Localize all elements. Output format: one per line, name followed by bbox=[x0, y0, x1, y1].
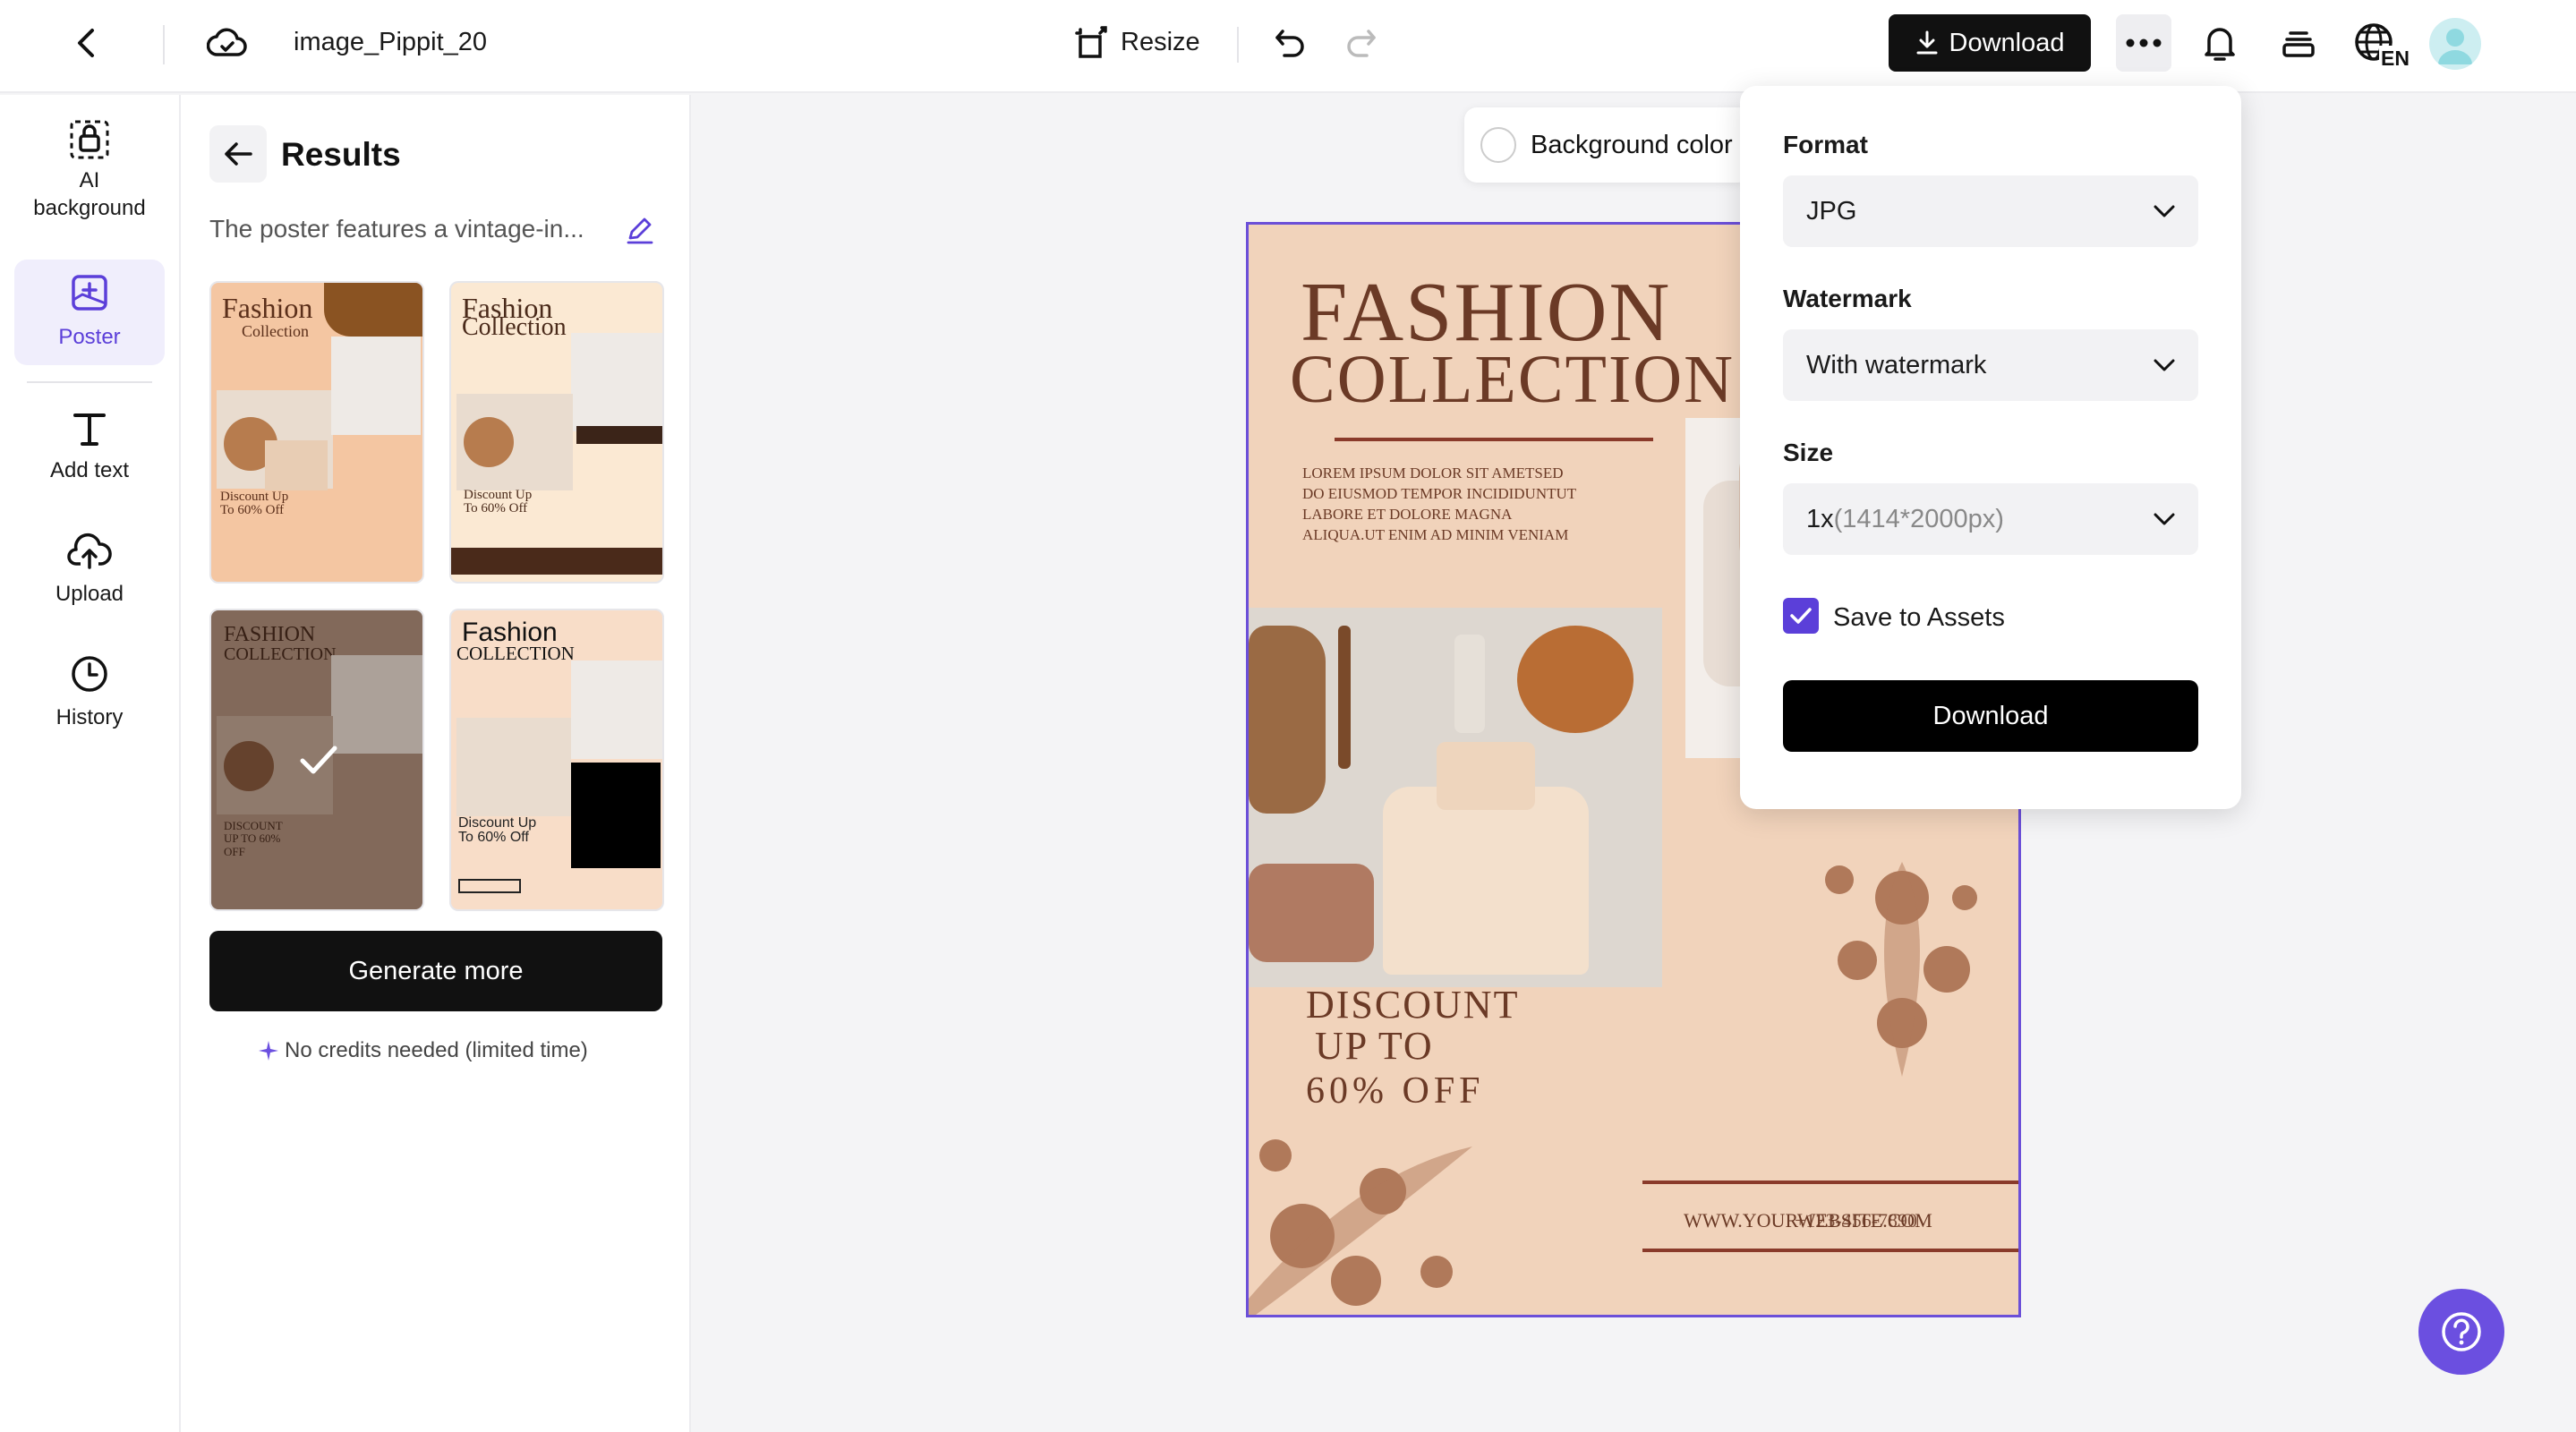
background-color-label: Background color bbox=[1531, 130, 1733, 159]
footer-line-top bbox=[1642, 1181, 2018, 1184]
watermark-label: Watermark bbox=[1783, 285, 1912, 312]
lang-badge: EN bbox=[2381, 47, 2410, 69]
avatar[interactable] bbox=[2429, 18, 2481, 70]
thumb-subtitle: COLLECTION bbox=[456, 643, 575, 664]
background-color-button[interactable]: Background color bbox=[1464, 107, 1751, 183]
thumb-discount: Discount Up To 60% Off bbox=[464, 488, 533, 516]
rail-item-poster[interactable]: Poster bbox=[14, 260, 165, 365]
result-thumbnail-1[interactable]: Fashion Collection Discount Up To 60% Of… bbox=[209, 281, 424, 584]
menu-download-button[interactable]: Download bbox=[1783, 680, 2198, 752]
edit-prompt-icon[interactable] bbox=[625, 215, 655, 245]
poster-title-line2: COLLECTION bbox=[1290, 342, 1736, 417]
resize-icon[interactable] bbox=[1070, 23, 1112, 64]
size-detail: (1414*2000px) bbox=[1833, 504, 2004, 533]
poster-product-photo bbox=[1249, 608, 1662, 987]
selected-check-icon bbox=[300, 746, 337, 774]
upload-icon bbox=[67, 533, 112, 569]
undo-icon[interactable] bbox=[1269, 21, 1312, 64]
format-select[interactable]: JPG bbox=[1783, 175, 2198, 247]
stack-icon[interactable] bbox=[2275, 20, 2322, 66]
poster-body-text: LOREM IPSUM DOLOR SIT AMETSED DO EIUSMOD… bbox=[1302, 465, 1576, 543]
checkmark-icon bbox=[1790, 608, 1812, 624]
result-thumbnail-3[interactable]: FASHION COLLECTION DISCOUNT UP TO 60% OF… bbox=[209, 609, 424, 911]
size-select[interactable]: 1x(1414*2000px) bbox=[1783, 483, 2198, 555]
thumb-discount: Discount Up To 60% Off bbox=[458, 815, 537, 845]
title-underline bbox=[1335, 438, 1653, 441]
result-thumbnail-4[interactable]: Fashion COLLECTION Discount Up To 60% Of… bbox=[449, 609, 664, 911]
help-button[interactable] bbox=[2418, 1289, 2504, 1375]
footer-line-bottom bbox=[1642, 1249, 2018, 1252]
left-tool-rail: AI background Poster Add text Upload His… bbox=[0, 95, 181, 1432]
credits-note-text: No credits needed (limited time) bbox=[285, 1038, 588, 1062]
results-back-button[interactable] bbox=[209, 125, 267, 183]
rail-item-upload[interactable]: Upload bbox=[14, 532, 165, 621]
floral-ornament-icon bbox=[1825, 862, 1977, 1077]
thumb-title: Fashion bbox=[222, 292, 313, 324]
floral-corner-icon bbox=[1249, 1139, 1472, 1315]
download-button[interactable]: Download bbox=[1889, 14, 2091, 72]
top-bar: image_Pippit_20 Resize Download EN bbox=[0, 0, 2576, 93]
rail-item-label: Poster bbox=[58, 325, 121, 350]
thumb-subtitle: Collection bbox=[462, 313, 567, 341]
history-icon bbox=[72, 656, 107, 692]
watermark-select[interactable]: With watermark bbox=[1783, 329, 2198, 401]
language-globe-icon[interactable]: EN bbox=[2352, 18, 2411, 70]
download-button-label: Download bbox=[1949, 28, 2065, 57]
rail-item-ai-background[interactable]: AI background bbox=[14, 118, 165, 226]
download-icon bbox=[1916, 30, 1937, 55]
rail-item-label: AI background bbox=[33, 168, 146, 221]
rail-item-label: History bbox=[55, 705, 124, 729]
result-thumbnail-2[interactable]: Fashion Collection Discount Up To 60% Of… bbox=[449, 281, 664, 584]
sparkle-icon bbox=[259, 1041, 278, 1061]
watermark-value: With watermark bbox=[1806, 350, 1987, 379]
text-icon bbox=[73, 413, 106, 446]
results-title: Results bbox=[281, 136, 401, 173]
back-arrow-icon[interactable] bbox=[63, 20, 109, 66]
download-menu: Format JPG Watermark With watermark Size… bbox=[1740, 86, 2241, 809]
rail-item-label: Upload bbox=[55, 582, 124, 606]
size-label: Size bbox=[1783, 439, 1834, 466]
more-dots-icon bbox=[2126, 38, 2162, 47]
credits-note: No credits needed (limited time) bbox=[258, 1038, 588, 1063]
generate-more-button[interactable]: Generate more bbox=[209, 931, 662, 1011]
poster-discount-line2: UP TO bbox=[1315, 1024, 1434, 1068]
format-value: JPG bbox=[1806, 196, 1857, 226]
poster-phone: +123-456-7890 bbox=[1795, 1209, 1918, 1232]
color-swatch bbox=[1480, 127, 1516, 163]
chevron-down-icon bbox=[2154, 513, 2175, 525]
arrow-left-icon bbox=[225, 142, 252, 166]
save-to-assets-label[interactable]: Save to Assets bbox=[1833, 603, 2005, 633]
poster-discount-line1: DISCOUNT bbox=[1306, 983, 1520, 1027]
chevron-down-icon bbox=[2154, 359, 2175, 371]
question-mark-icon bbox=[2442, 1312, 2481, 1351]
format-label: Format bbox=[1783, 131, 1868, 158]
more-options-button[interactable] bbox=[2116, 14, 2171, 72]
results-panel: Results The poster features a vintage-in… bbox=[181, 95, 691, 1432]
chevron-down-icon bbox=[2154, 205, 2175, 217]
thumb-subtitle: Collection bbox=[242, 322, 309, 340]
ai-background-icon bbox=[70, 120, 109, 159]
resize-button[interactable]: Resize bbox=[1121, 30, 1200, 55]
bell-icon[interactable] bbox=[2196, 20, 2243, 66]
poster-discount-line3: 60% OFF bbox=[1306, 1070, 1485, 1112]
cloud-sync-icon[interactable] bbox=[202, 20, 252, 66]
redo-icon[interactable] bbox=[1339, 21, 1382, 64]
thumb-discount: Discount Up To 60% Off bbox=[220, 490, 289, 517]
rail-item-add-text[interactable]: Add text bbox=[14, 408, 165, 498]
poster-icon bbox=[72, 275, 107, 311]
prompt-summary: The poster features a vintage-in... bbox=[209, 215, 584, 243]
save-to-assets-checkbox[interactable] bbox=[1783, 598, 1819, 634]
rail-item-history[interactable]: History bbox=[14, 653, 165, 743]
size-value-group: 1x(1414*2000px) bbox=[1806, 505, 2004, 534]
rail-item-label: Add text bbox=[49, 458, 130, 482]
file-name[interactable]: image_Pippit_20 bbox=[294, 30, 487, 55]
size-value: 1x bbox=[1806, 504, 1834, 533]
